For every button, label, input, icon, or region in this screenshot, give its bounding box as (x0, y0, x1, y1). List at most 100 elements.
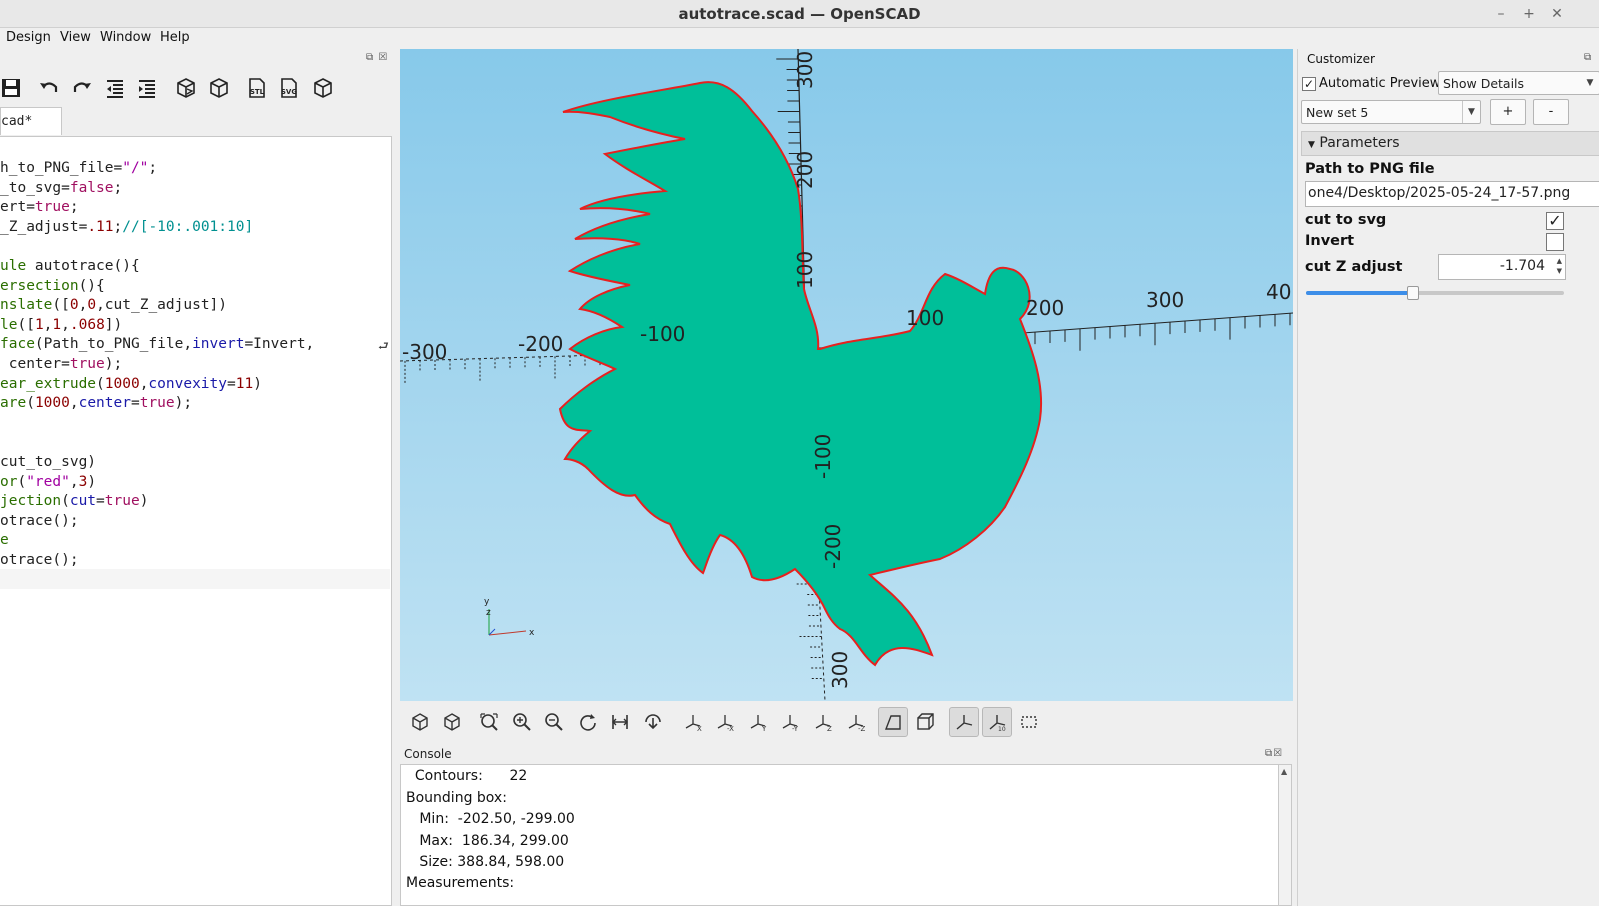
code-token: 0 (69, 297, 79, 314)
code-line: nslate([0,0,cut_Z_adjust]) (0, 296, 227, 316)
code-token: ( (96, 375, 105, 392)
code-token: (){ (78, 277, 105, 294)
save-icon[interactable] (0, 75, 24, 101)
invert-checkbox[interactable] (1546, 233, 1564, 251)
current-line-highlight (0, 569, 390, 589)
code-token: convexity (148, 375, 227, 392)
view-front-icon[interactable]: -Y (775, 707, 805, 737)
console-line: Measurements: (406, 875, 515, 891)
redo-icon[interactable] (69, 75, 95, 101)
view-toolbar: X -X Y -Y Z -Z 10 (400, 701, 1293, 741)
render-icon[interactable] (437, 707, 467, 737)
show-axes-icon[interactable] (949, 707, 979, 737)
gizmo-y-label: y (484, 597, 490, 607)
console-dock-buttons[interactable]: ⧉☒ (1265, 748, 1283, 759)
x-axis-label: 100 (906, 306, 944, 330)
code-token: ) (87, 473, 97, 490)
customizer-dock-buttons[interactable]: ⧉ (1584, 52, 1592, 63)
float-icon[interactable]: ⧉ (366, 52, 374, 63)
maximize-button[interactable]: + (1518, 3, 1540, 25)
svg-text:Y: Y (761, 725, 767, 732)
reset-view-icon[interactable] (573, 707, 603, 737)
customizer-panel: Customizer ⧉ ✓ Automatic Preview Show De… (1297, 49, 1599, 906)
show-edges-icon[interactable] (1014, 707, 1044, 737)
show-scale-icon[interactable]: 10 (982, 707, 1012, 737)
code-token: ( (26, 395, 35, 412)
code-token: ]) (104, 316, 123, 333)
editor-dock-buttons[interactable]: ⧉ ☒ (366, 52, 388, 63)
spin-arrows-icon[interactable]: ▲ ▼ (1557, 256, 1562, 276)
add-preset-button[interactable]: + (1490, 99, 1526, 125)
parameters-group-header[interactable]: ▼ Parameters (1301, 131, 1599, 156)
minimize-button[interactable]: – (1490, 3, 1512, 25)
menu-design[interactable]: Design (6, 30, 51, 45)
code-token: ersection (0, 277, 79, 294)
view-all-icon[interactable] (474, 707, 504, 737)
x-axis-label: -100 (640, 322, 685, 346)
code-token: ( (17, 473, 27, 490)
preset-select[interactable]: New set 5 ▼ (1301, 100, 1481, 124)
automatic-preview-label: Automatic Preview (1319, 76, 1441, 91)
undo-icon[interactable] (36, 75, 62, 101)
view-bottom-icon[interactable]: -Z (841, 707, 871, 737)
code-token: ; (113, 218, 123, 235)
cut-to-svg-checkbox[interactable]: ✓ (1546, 212, 1564, 230)
code-token: otrace(); (0, 552, 79, 568)
code-token: .068 (69, 316, 105, 333)
export-stl-icon[interactable]: STL (244, 75, 270, 101)
float-icon[interactable]: ⧉ (1584, 52, 1592, 63)
show-details-select[interactable]: Show Details ▼ (1438, 71, 1599, 95)
menu-help[interactable]: Help (160, 30, 190, 45)
slider-handle[interactable] (1407, 286, 1420, 300)
close-button[interactable]: ✕ (1546, 3, 1568, 25)
window-title: autotrace.scad — OpenSCAD (678, 5, 921, 23)
code-token: = (130, 395, 140, 412)
code-line: ule autotrace(){ (0, 257, 140, 277)
close-dock-icon[interactable]: ☒ (1273, 748, 1283, 759)
console-scrollbar[interactable]: ▲ (1278, 764, 1292, 906)
editor-tab[interactable]: cad* (0, 107, 62, 135)
export-svg-icon[interactable]: SVG (276, 75, 302, 101)
float-icon[interactable]: ⧉ (1265, 748, 1273, 759)
zoom-out-icon[interactable] (539, 707, 569, 737)
view-right-icon[interactable]: X (678, 707, 708, 737)
unindent-icon[interactable] (102, 75, 128, 101)
code-token: cut (69, 493, 97, 510)
code-token: ; (148, 160, 158, 176)
indent-icon[interactable] (134, 75, 160, 101)
console-output[interactable]: Contours: 22 Bounding box: Min: -202.50,… (400, 764, 1280, 906)
preview-icon[interactable] (173, 75, 199, 101)
preview-icon[interactable] (405, 707, 435, 737)
render-icon[interactable] (206, 75, 232, 101)
orthogonal-icon[interactable] (910, 707, 940, 737)
code-token: nslate (0, 297, 53, 314)
code-token: true (139, 395, 175, 412)
code-token: ert= (0, 199, 35, 216)
automatic-preview-checkbox[interactable]: ✓ (1302, 77, 1316, 91)
y-axis-label: 200 (793, 151, 817, 189)
code-token: ([ (17, 316, 35, 333)
export-3d-icon[interactable] (310, 75, 336, 101)
close-dock-icon[interactable]: ☒ (378, 52, 388, 63)
svg-text:-Y: -Y (792, 725, 799, 732)
view-center-icon[interactable] (605, 707, 635, 737)
remove-preset-button[interactable]: - (1533, 99, 1569, 125)
console-title: Console (404, 747, 452, 761)
path-to-png-input[interactable]: one4/Desktop/2025-05-24_17-57.png (1305, 181, 1599, 207)
code-token: 11 (235, 375, 254, 392)
perspective-icon[interactable] (878, 707, 908, 737)
menu-view[interactable]: View (60, 30, 91, 45)
scroll-up-icon[interactable]: ▲ (1281, 767, 1287, 776)
view-left-icon[interactable]: -X (710, 707, 740, 737)
menu-window[interactable]: Window (100, 30, 151, 45)
view-back-icon[interactable]: Y (743, 707, 773, 737)
code-token: otrace(); (0, 512, 79, 529)
cut-z-adjust-spinbox[interactable]: -1.704 ▲ ▼ (1438, 254, 1566, 280)
code-token: center (78, 395, 131, 412)
cut-z-adjust-slider[interactable] (1306, 286, 1564, 300)
3d-viewport[interactable]: -300 -200 -100 100 200 300 40 300 200 100 -100 -20… (400, 49, 1293, 701)
view-rotate-icon[interactable] (638, 707, 668, 737)
view-top-icon[interactable]: Z (808, 707, 838, 737)
zoom-in-icon[interactable] (507, 707, 537, 737)
code-editor[interactable]: h_to_PNG_file="/"; _to_svg=false; ert=true… (0, 136, 392, 906)
